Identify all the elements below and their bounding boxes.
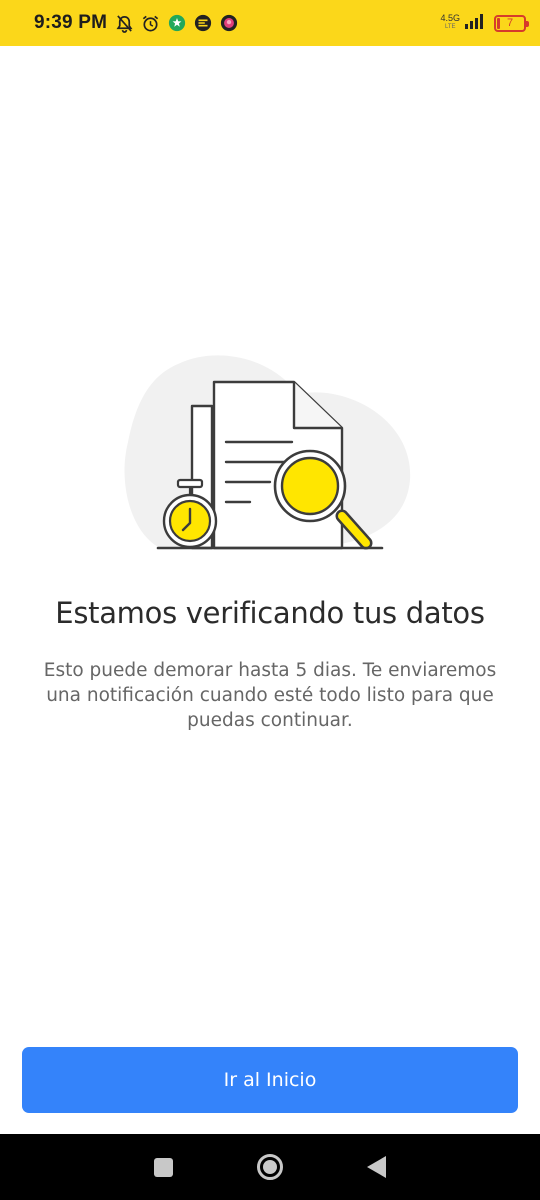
battery-level <box>497 17 500 29</box>
document-verification-illustration <box>124 355 411 550</box>
status-system-icons: 4.5G LTE 7 <box>440 13 529 34</box>
status-notification-icons <box>115 14 238 33</box>
alarm-icon <box>141 14 160 33</box>
circle-icon <box>256 1154 283 1180</box>
home-button[interactable] <box>250 1147 290 1187</box>
chat-notification-icon <box>193 14 212 33</box>
system-navigation-bar <box>0 1134 540 1200</box>
page-description: Esto puede demorar hasta 5 dias. Te envi… <box>43 660 497 731</box>
battery-percent: 7 <box>506 17 514 29</box>
back-triangle-icon <box>367 1156 387 1178</box>
app-badge-icon <box>219 14 238 33</box>
back-button[interactable] <box>357 1147 397 1187</box>
signal-icon <box>464 13 486 34</box>
battery-icon: 7 <box>494 14 529 32</box>
mute-bell-icon <box>115 14 134 33</box>
status-bar: 9:39 PM 4.5G LTE 7 <box>0 0 540 46</box>
app-notification-icon <box>167 14 186 33</box>
square-icon <box>153 1157 173 1177</box>
go-home-button[interactable]: Ir al Inicio <box>22 1047 518 1113</box>
recents-button[interactable] <box>143 1147 183 1187</box>
network-type: 4.5G LTE <box>440 13 460 31</box>
page-title: Estamos verificando tus datos <box>55 596 485 630</box>
status-time: 9:39 PM <box>34 12 108 33</box>
